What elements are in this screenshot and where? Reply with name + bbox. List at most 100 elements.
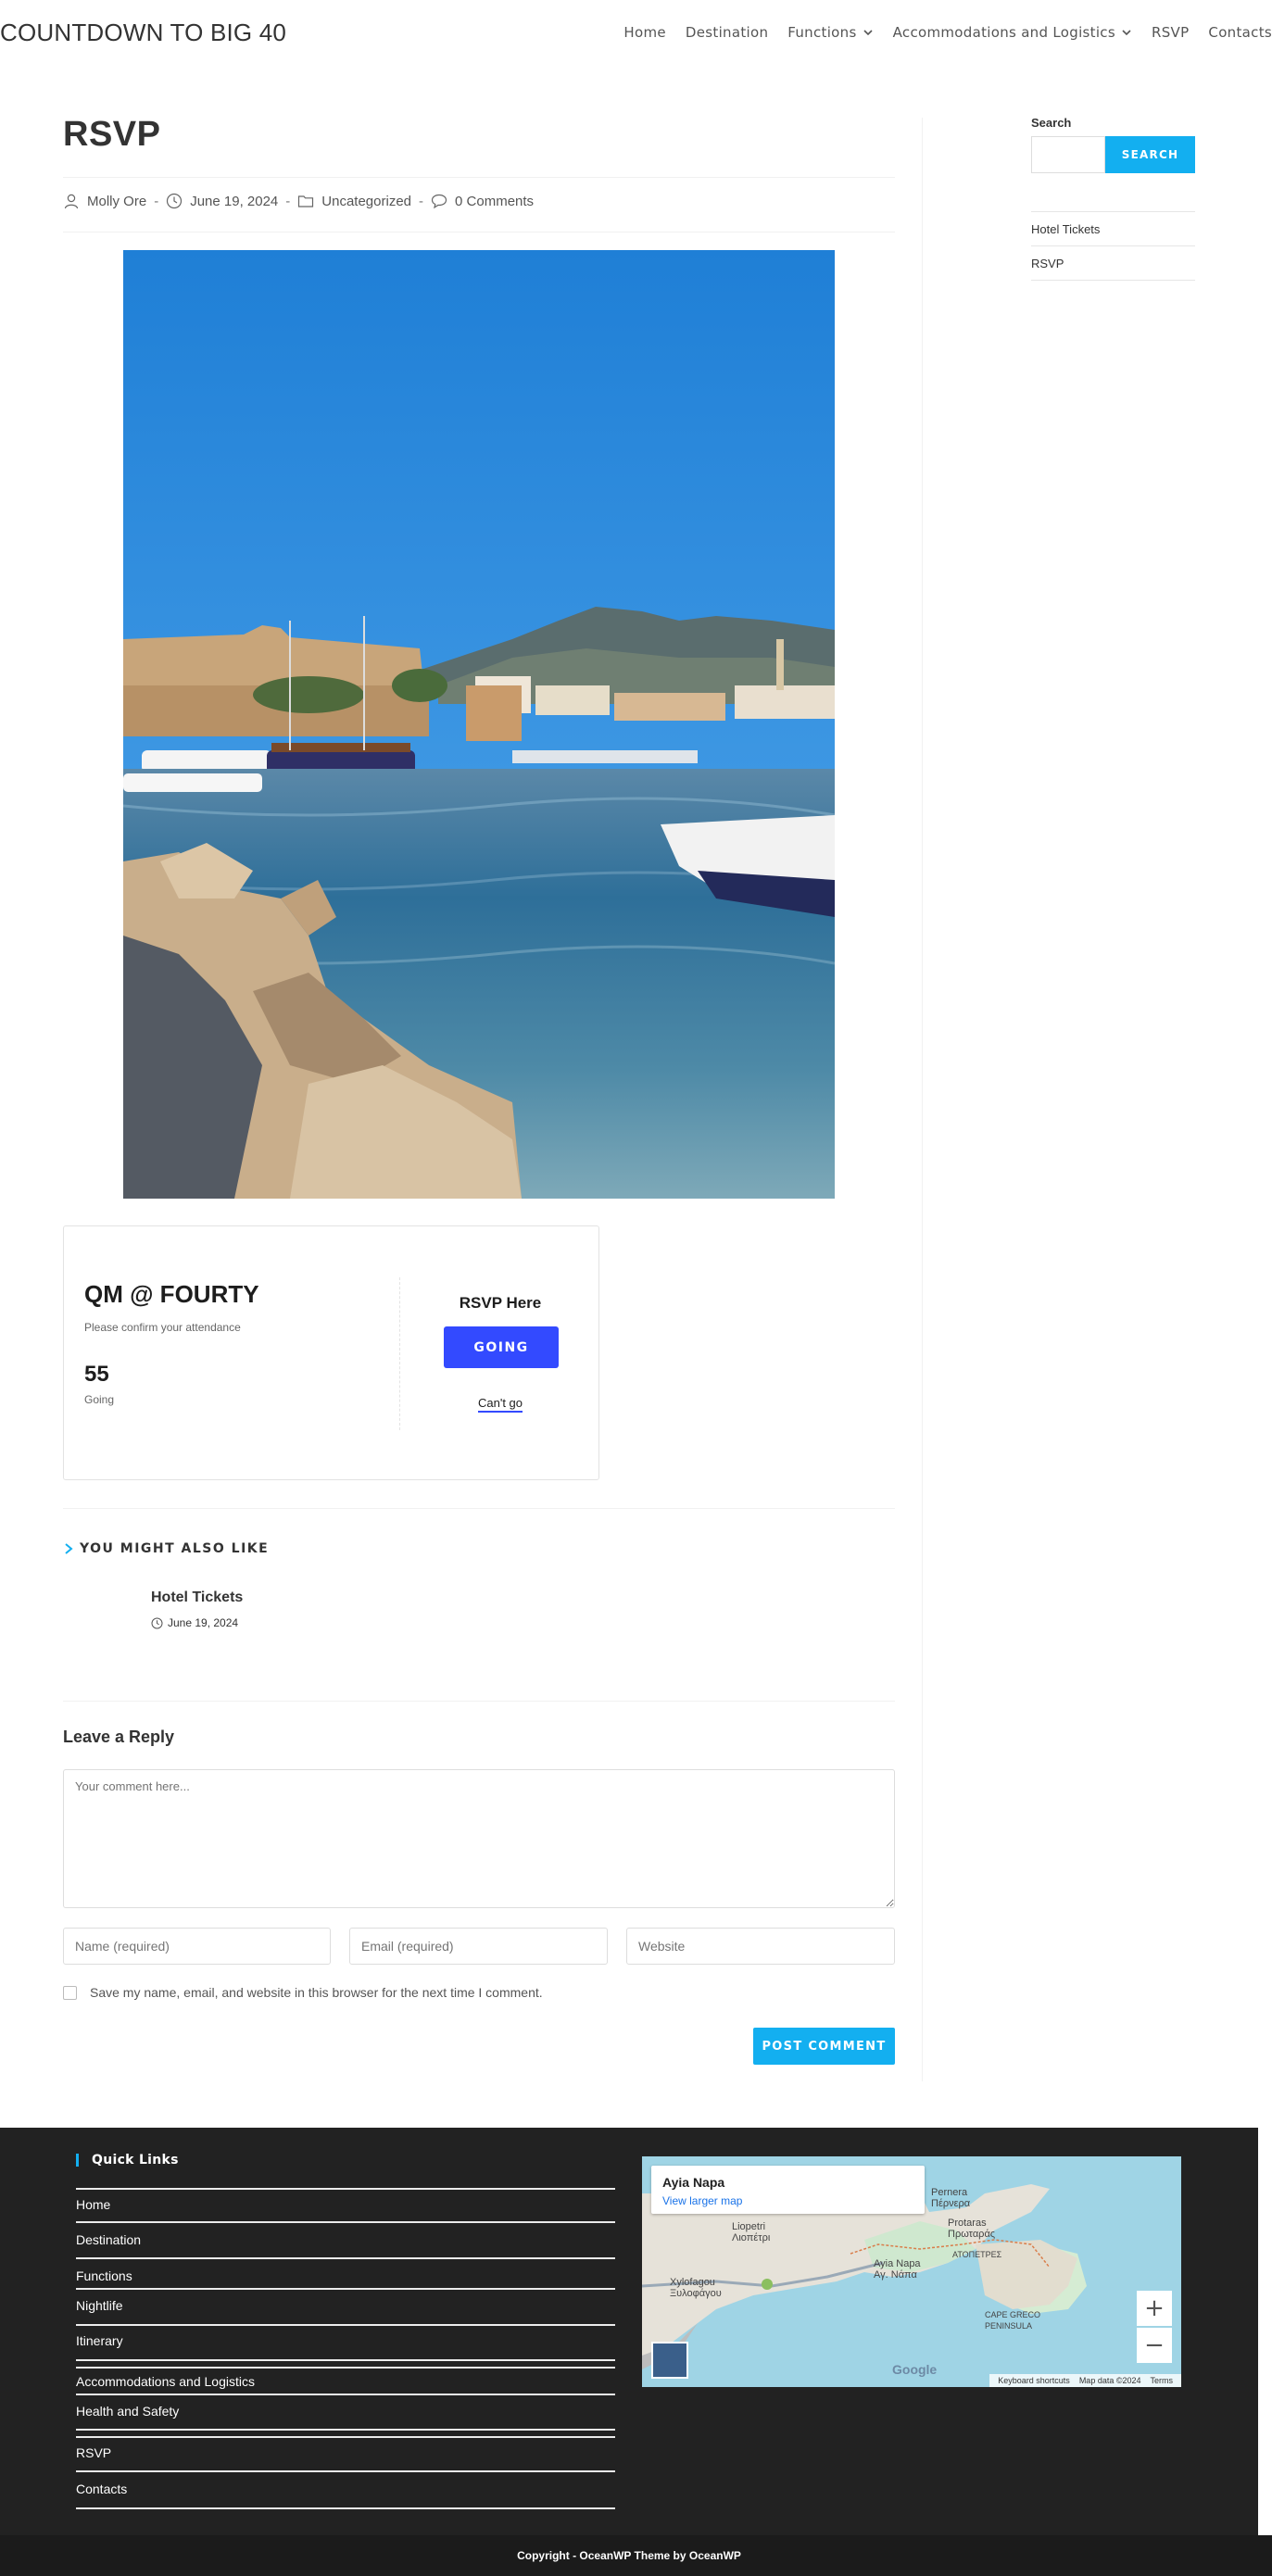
- comment-textarea[interactable]: [63, 1769, 895, 1908]
- save-info-label: Save my name, email, and website in this…: [90, 1985, 543, 2000]
- post-date: June 19, 2024: [190, 193, 279, 209]
- view-larger-map-link[interactable]: View larger map: [662, 2194, 742, 2207]
- page-title: RSVP: [63, 115, 161, 154]
- nav-rsvp-label: RSVP: [1151, 24, 1190, 41]
- post-meta: Molly Ore - June 19, 2024 - Uncategorize…: [63, 193, 534, 209]
- save-info-checkbox[interactable]: [63, 1985, 77, 2000]
- map-embed[interactable]: Pernera Πέρνερα Liopetri Λιοπέτρι Protar…: [642, 2156, 1181, 2387]
- divider: [76, 2188, 615, 2190]
- folder-icon: [298, 195, 314, 207]
- zoom-in-button[interactable]: +: [1137, 2291, 1172, 2326]
- rsvp-heading: RSVP Here: [459, 1294, 542, 1312]
- quick-links-heading: Quick Links: [76, 2153, 179, 2168]
- map-label-protaras: Protaras Πρωταράς: [948, 2218, 996, 2240]
- chevron-right-icon: [65, 1543, 73, 1554]
- satellite-toggle[interactable]: [651, 2342, 688, 2379]
- chevron-down-icon: [1122, 30, 1131, 36]
- email-field[interactable]: [349, 1928, 608, 1965]
- nav-destination-label: Destination: [685, 24, 769, 41]
- map-label-atopetres: ΑΤΟΠΕΤΡΕΣ: [952, 2250, 1002, 2259]
- divider: [76, 2221, 615, 2223]
- site-title[interactable]: COUNTDOWN TO BIG 40: [0, 19, 286, 47]
- map-info-card: Ayia Napa View larger map: [651, 2166, 925, 2214]
- name-field[interactable]: [63, 1928, 331, 1965]
- footer-link-health-safety[interactable]: Health and Safety: [76, 2404, 179, 2419]
- related-post-title[interactable]: Hotel Tickets: [151, 1590, 243, 1606]
- website-field[interactable]: [626, 1928, 895, 1965]
- going-count-label: Going: [84, 1393, 115, 1406]
- keyboard-shortcuts-link[interactable]: Keyboard shortcuts: [998, 2376, 1070, 2385]
- divider: [76, 2394, 615, 2395]
- nav-home[interactable]: Home: [623, 24, 666, 41]
- map-label-pernera: Pernera Πέρνερα: [931, 2187, 971, 2209]
- going-button[interactable]: GOING: [444, 1326, 559, 1368]
- clock-icon: [151, 1617, 163, 1628]
- nav-functions[interactable]: Functions: [787, 24, 873, 41]
- related-heading-label: YOU MIGHT ALSO LIKE: [80, 1541, 270, 1556]
- map-label-xylofagou: Xylofagou Ξυλοφάγου: [670, 2277, 722, 2299]
- google-logo: Google: [892, 2362, 938, 2377]
- meta-separator: -: [285, 193, 291, 209]
- footer-link-destination[interactable]: Destination: [76, 2232, 141, 2247]
- nav-accommodations[interactable]: Accommodations and Logistics: [893, 24, 1132, 41]
- footer-link-rsvp[interactable]: RSVP: [76, 2445, 111, 2460]
- category-link[interactable]: Uncategorized: [321, 194, 411, 209]
- divider: [76, 2367, 615, 2369]
- nav-contacts[interactable]: Contacts: [1208, 24, 1272, 41]
- site-header: COUNTDOWN TO BIG 40 Home Destination Fun…: [0, 0, 1272, 69]
- confirm-text: Please confirm your attendance: [84, 1321, 241, 1334]
- main-nav: Home Destination Functions Accommodation…: [604, 24, 1272, 41]
- reply-title: Leave a Reply: [63, 1728, 175, 1746]
- sidebar-search-input[interactable]: [1031, 136, 1105, 173]
- zoom-out-button[interactable]: −: [1137, 2328, 1172, 2363]
- nav-accommodations-label: Accommodations and Logistics: [892, 24, 1115, 41]
- divider: [76, 2436, 615, 2438]
- sidebar-link-hotel-tickets[interactable]: Hotel Tickets: [1031, 212, 1195, 246]
- footer-link-itinerary[interactable]: Itinerary: [76, 2333, 123, 2348]
- map-data-text: Map data ©2024: [1078, 2376, 1141, 2385]
- cant-go-link[interactable]: Can't go: [416, 1396, 585, 1413]
- sidebar-search-button[interactable]: SEARCH: [1105, 136, 1195, 173]
- sidebar-divider: [922, 118, 923, 2081]
- map-label-liopetri: Liopetri Λιοπέτρι: [732, 2221, 771, 2243]
- divider: [76, 2507, 615, 2509]
- harbor-photo: [123, 250, 835, 1199]
- chevron-down-icon: [863, 30, 873, 36]
- site-footer: Quick Links Home Destination Functions N…: [0, 2128, 1258, 2535]
- related-heading: YOU MIGHT ALSO LIKE: [63, 1541, 269, 1556]
- nav-destination[interactable]: Destination: [686, 24, 768, 41]
- footer-link-home[interactable]: Home: [76, 2197, 110, 2212]
- divider: [76, 2324, 615, 2326]
- featured-image: [123, 250, 835, 1199]
- footer-link-contacts[interactable]: Contacts: [76, 2482, 127, 2496]
- terms-link[interactable]: Terms: [1151, 2376, 1174, 2385]
- quick-links-heading-label: Quick Links: [92, 2153, 179, 2168]
- map-label-cape-greco: CAPE GRECO PENINSULA: [985, 2310, 1041, 2331]
- sidebar-link-rsvp[interactable]: RSVP: [1031, 246, 1195, 281]
- divider: [63, 1701, 895, 1702]
- nav-rsvp[interactable]: RSVP: [1152, 24, 1189, 41]
- heading-accent-bar: [76, 2154, 79, 2167]
- divider: [76, 2429, 615, 2431]
- post-comment-button[interactable]: POST COMMENT: [753, 2028, 895, 2065]
- map-attribution: Keyboard shortcuts Map data ©2024 Terms: [989, 2374, 1181, 2387]
- sidebar-search-label: Search: [1031, 116, 1072, 130]
- divider: [76, 2257, 615, 2259]
- divider: [63, 177, 895, 178]
- user-icon: [64, 194, 79, 209]
- copyright-text: Copyright - OceanWP Theme by OceanWP: [517, 2549, 741, 2562]
- author-link[interactable]: Molly Ore: [87, 194, 146, 209]
- divider: [76, 2470, 615, 2472]
- footer-link-nightlife[interactable]: Nightlife: [76, 2298, 123, 2313]
- footer-link-functions[interactable]: Functions: [76, 2268, 132, 2283]
- going-count: 55: [84, 1362, 109, 1387]
- related-date-text: June 19, 2024: [168, 1616, 239, 1629]
- nav-home-label: Home: [623, 24, 666, 41]
- card-divider: [399, 1277, 400, 1430]
- event-title: QM @ FOURTY: [84, 1280, 259, 1308]
- comments-link[interactable]: 0 Comments: [455, 194, 534, 209]
- footer-link-accommodations[interactable]: Accommodations and Logistics: [76, 2374, 255, 2389]
- related-post-date: June 19, 2024: [151, 1616, 238, 1629]
- nav-contacts-label: Contacts: [1208, 24, 1272, 41]
- cant-go-label: Can't go: [477, 1396, 523, 1413]
